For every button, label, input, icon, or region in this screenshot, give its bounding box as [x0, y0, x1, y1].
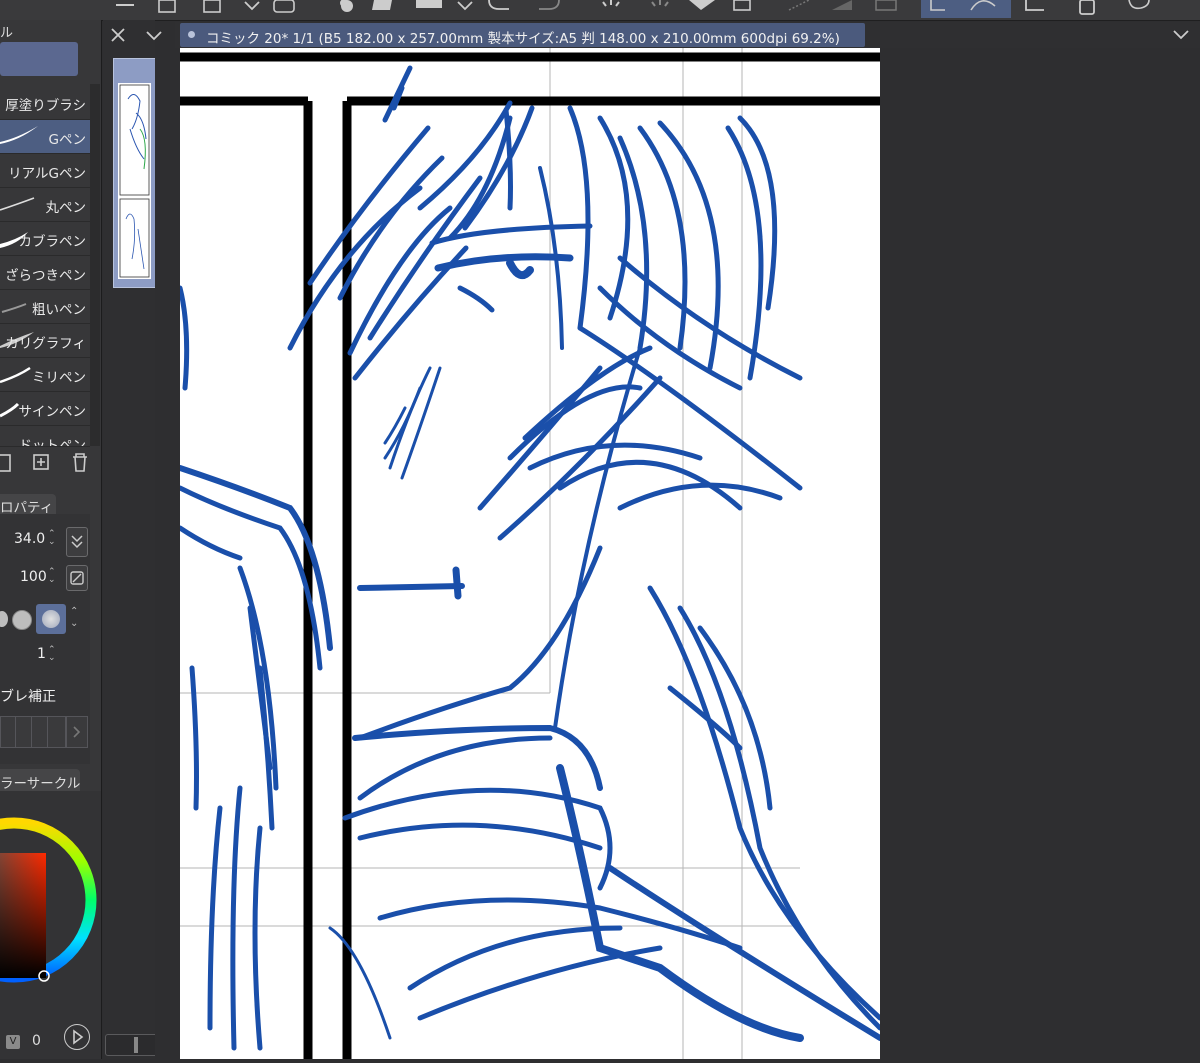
tip-soft-icon[interactable]: [0, 611, 8, 627]
brush-item-rough-pen[interactable]: ざらつきペン: [0, 256, 90, 290]
brush-item-calligraphy[interactable]: カリグラフィ: [0, 324, 90, 358]
brush-label: 粗いペン: [32, 302, 86, 318]
count-stepper[interactable]: ⌃ ⌄: [48, 646, 56, 663]
brush-label: カブラペン: [18, 234, 87, 250]
loading-icon[interactable]: [595, 0, 627, 18]
page-thumbnail[interactable]: [113, 58, 156, 288]
undo-icon[interactable]: [485, 0, 515, 18]
eraser-icon[interactable]: [685, 0, 719, 18]
chevron-down-icon[interactable]: [1170, 26, 1192, 44]
panel-header-fragment: ル: [0, 26, 14, 41]
brush-label: リアルGペン: [8, 166, 86, 182]
new-file-icon[interactable]: [155, 0, 181, 18]
brush-list-scrollbar[interactable]: [90, 84, 100, 446]
no-entry-icon: [70, 571, 84, 585]
tab-label: ロパティ: [0, 500, 54, 516]
opacity-lock-button[interactable]: [66, 565, 88, 591]
brush-label: 丸ペン: [45, 200, 87, 216]
chevron-down-icon[interactable]: [240, 0, 266, 18]
deselect-icon[interactable]: [785, 0, 815, 18]
count-value[interactable]: 1: [37, 646, 46, 662]
brush-label: ドットペン: [18, 438, 87, 447]
brush-size-value[interactable]: 34.0: [14, 531, 45, 547]
brush-item-dot-pen[interactable]: ドットペン: [0, 426, 90, 447]
brush-item-sign-pen[interactable]: サインペン: [0, 392, 90, 426]
tip-medium-icon[interactable]: [12, 610, 32, 630]
sketch-drawing[interactable]: [177, 48, 883, 1059]
brush-item-g-pen[interactable]: Gペン: [0, 120, 90, 154]
correction-icon[interactable]: [645, 0, 675, 18]
transform-icon[interactable]: [728, 0, 758, 18]
color-circle-tab[interactable]: ラーサークル: [0, 769, 81, 792]
chevron-down-icon[interactable]: [143, 25, 165, 45]
brush-item-round-pen[interactable]: 丸ペン: [0, 188, 90, 222]
brush-stroke-preview-icon: [0, 197, 35, 211]
invert-selection-icon[interactable]: [828, 0, 858, 18]
close-icon[interactable]: [108, 25, 128, 45]
unsaved-dot-icon: [188, 31, 195, 38]
zoom-slider-handle[interactable]: [134, 1037, 138, 1053]
selection-mode-toggle[interactable]: [921, 0, 1011, 18]
chevron-down-icon[interactable]: [455, 0, 477, 18]
hsv-mode-indicator[interactable]: V: [6, 1035, 20, 1049]
opacity-stepper[interactable]: ⌃ ⌄: [48, 568, 56, 585]
manga-page[interactable]: [177, 48, 883, 1059]
device-icon[interactable]: [1072, 0, 1102, 18]
document-tab-title: コミック 20* 1/1 (B5 182.00 x 257.00mm 製本サイズ…: [206, 31, 840, 47]
crop-icon[interactable]: [1018, 0, 1048, 18]
stabilizer-label: ブレ補正: [0, 689, 56, 705]
copy-sub-tool-icon[interactable]: [0, 451, 24, 475]
redo-icon[interactable]: [535, 0, 565, 18]
double-chevron-icon: [71, 535, 83, 549]
fill-icon[interactable]: [412, 0, 448, 18]
brush-item-coarse-pen[interactable]: 粗いペン: [0, 290, 90, 324]
tool-property-tab[interactable]: ロパティ: [0, 494, 56, 516]
add-material-icon[interactable]: [330, 0, 360, 18]
layer-icon[interactable]: [368, 0, 400, 18]
save-icon[interactable]: [270, 0, 300, 18]
tip-stepper[interactable]: ⌃ ⌄: [70, 606, 78, 630]
brush-item-real-g-pen[interactable]: リアルGペン: [0, 154, 90, 188]
chevron-right-icon[interactable]: [66, 716, 88, 748]
chat-icon[interactable]: [1125, 0, 1155, 18]
brush-size-stepper[interactable]: ⌃ ⌄: [48, 530, 56, 547]
duplicate-sub-tool-icon[interactable]: [30, 451, 54, 475]
brush-label: ミリペン: [32, 370, 86, 386]
brush-label: ざらつきペン: [5, 268, 86, 284]
tip-selected-icon[interactable]: [36, 604, 66, 634]
brush-item-kabura-pen[interactable]: カブラペン: [0, 222, 90, 256]
grid-icon[interactable]: [872, 0, 902, 18]
brush-stroke-preview-icon: [0, 126, 38, 144]
brush-label: Gペン: [48, 132, 86, 148]
sub-tool-group-header[interactable]: [0, 42, 78, 76]
brush-item-thick-paint[interactable]: 厚塗りブラシ: [0, 86, 90, 120]
brush-label: カリグラフィ: [5, 336, 86, 352]
brush-label: サインペン: [18, 404, 87, 420]
menu-icon[interactable]: [112, 0, 138, 18]
play-icon[interactable]: [64, 1024, 90, 1050]
stabilizer-slider[interactable]: [0, 716, 66, 748]
tab-label: ラーサークル: [0, 776, 81, 792]
brush-tip-selector[interactable]: ⌃ ⌄: [0, 602, 86, 636]
brush-item-milli-pen[interactable]: ミリペン: [0, 358, 90, 392]
pressure-settings-button[interactable]: [66, 527, 88, 557]
top-toolbar: [0, 0, 1200, 21]
open-file-icon[interactable]: [200, 0, 226, 18]
brush-label: 厚塗りブラシ: [5, 98, 86, 114]
opacity-value[interactable]: 100: [20, 569, 47, 585]
value-readout: 0: [32, 1033, 41, 1049]
delete-trash-icon[interactable]: [68, 451, 92, 475]
document-tab[interactable]: コミック 20* 1/1 (B5 182.00 x 257.00mm 製本サイズ…: [180, 23, 865, 47]
color-wheel[interactable]: [0, 796, 101, 1016]
